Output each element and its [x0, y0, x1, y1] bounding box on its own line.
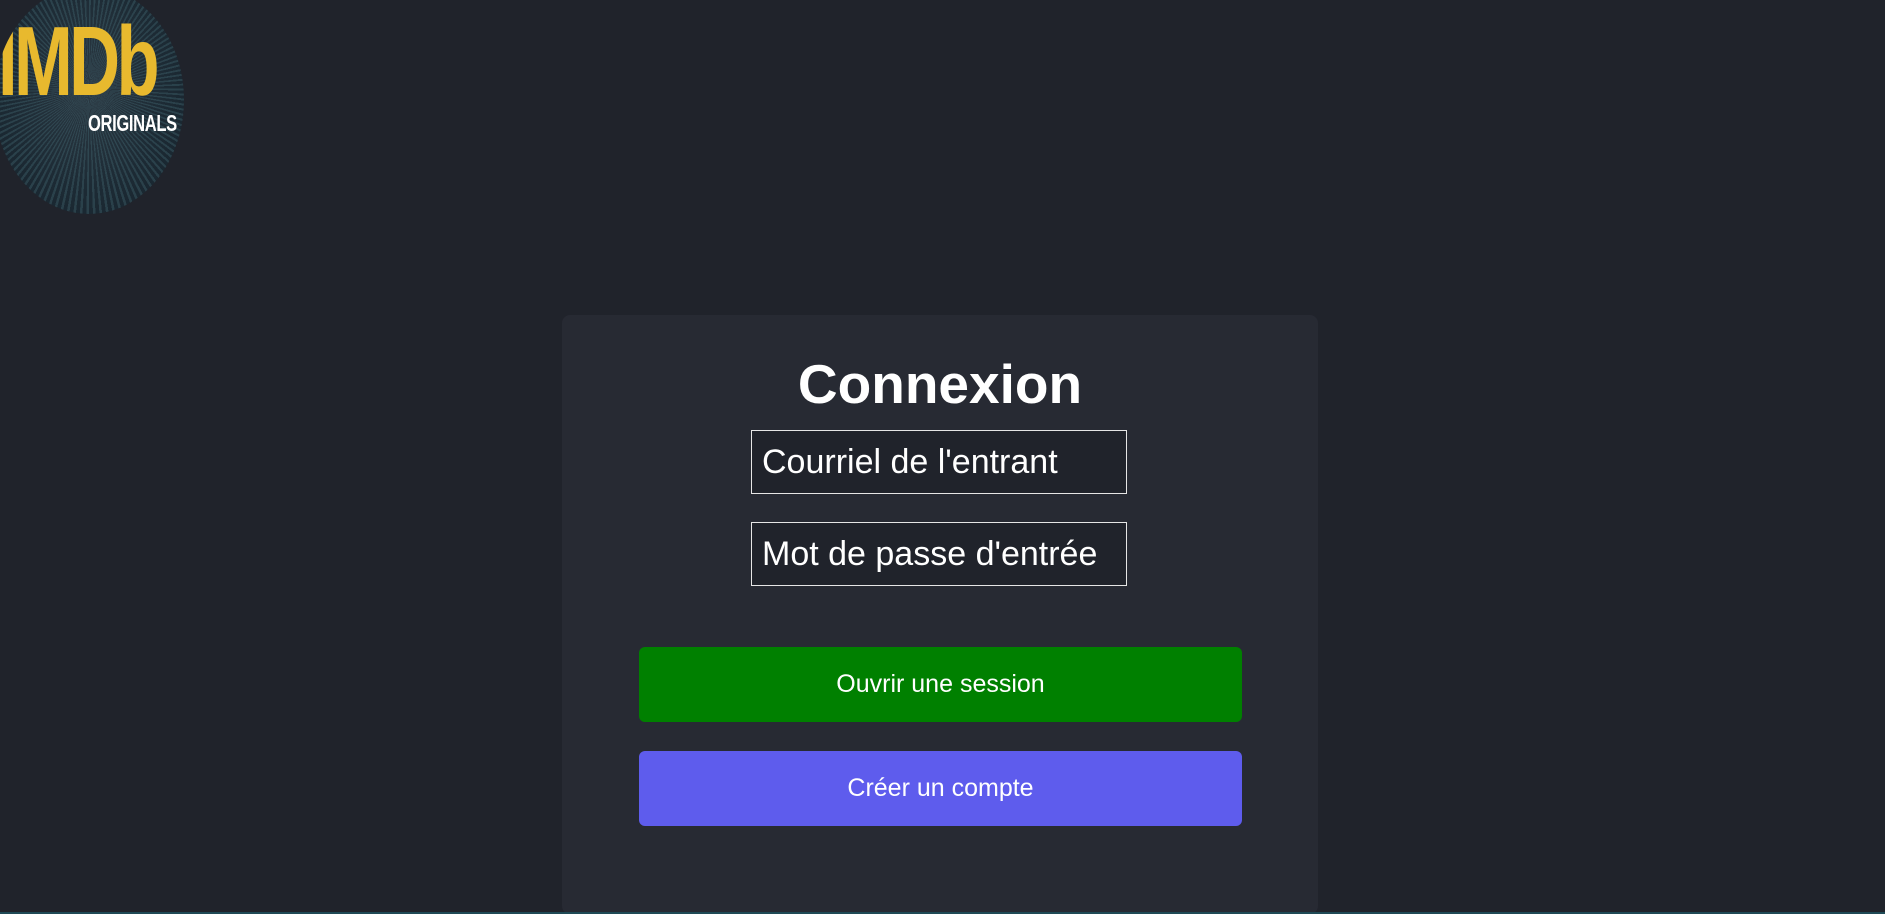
create-account-button[interactable]: Créer un compte — [639, 751, 1242, 826]
logo-subtitle: ORIGINALS — [88, 110, 177, 136]
page: IMDb ORIGINALS Connexion Ouvrir une sess… — [0, 0, 1885, 914]
login-title: Connexion — [797, 353, 1083, 415]
logo-wordmark: IMDb — [0, 6, 160, 116]
email-input[interactable] — [751, 430, 1127, 494]
password-input[interactable] — [751, 522, 1127, 586]
login-button[interactable]: Ouvrir une session — [639, 647, 1242, 722]
login-card: Connexion Ouvrir une session Créer un co… — [562, 315, 1318, 914]
imdb-originals-logo: IMDb ORIGINALS — [0, 0, 184, 214]
